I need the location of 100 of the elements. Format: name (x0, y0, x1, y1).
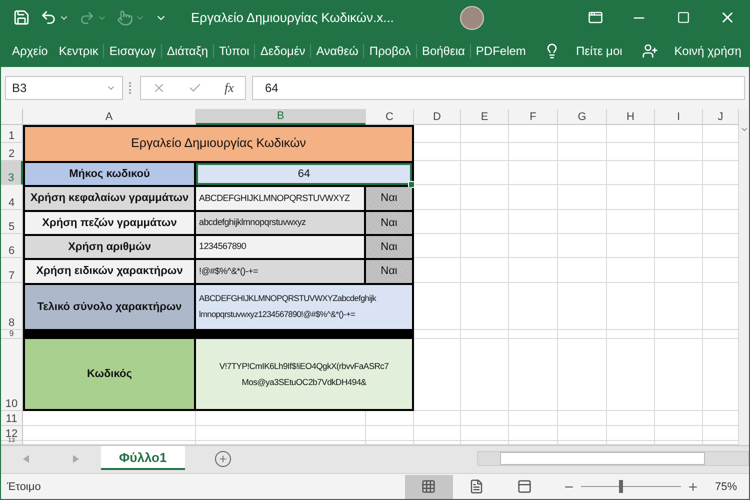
redo-icon[interactable] (79, 10, 95, 26)
share-button[interactable]: Κοινή χρήση (674, 44, 742, 58)
empty-cell[interactable] (607, 161, 655, 185)
row-header[interactable]: 6 (1, 234, 23, 258)
scroll-down-icon[interactable] (740, 125, 748, 134)
empty-cell[interactable] (461, 210, 509, 234)
empty-cell[interactable] (414, 411, 461, 426)
empty-cell[interactable] (509, 283, 558, 330)
empty-cell[interactable] (655, 411, 703, 426)
sheet-tab[interactable]: Φύλλο1 (101, 446, 185, 470)
empty-cell[interactable] (509, 339, 558, 411)
empty-cell[interactable] (607, 283, 655, 330)
empty-cell[interactable] (607, 143, 655, 161)
empty-cell[interactable] (607, 258, 655, 283)
empty-cell[interactable] (509, 234, 558, 258)
select-all-corner[interactable] (1, 109, 23, 125)
column-header[interactable]: B (196, 109, 366, 125)
empty-cell[interactable] (366, 426, 414, 441)
scroll-right-icon[interactable] (73, 455, 79, 463)
ribbon-tab[interactable]: Αρχείο (7, 44, 54, 58)
ribbon-tab[interactable]: Δεδομέν (255, 44, 312, 58)
empty-cell[interactable] (558, 210, 607, 234)
row-header[interactable]: 1 (1, 125, 23, 143)
empty-cell[interactable] (607, 339, 655, 411)
empty-cell[interactable] (655, 258, 703, 283)
empty-cell[interactable] (558, 283, 607, 330)
add-sheet-icon[interactable] (214, 451, 231, 467)
empty-cell[interactable] (655, 125, 703, 143)
empty-cell[interactable] (509, 161, 558, 185)
table-cell[interactable]: 64 (196, 163, 412, 185)
row-header[interactable]: 3 (1, 161, 23, 185)
column-header[interactable]: D (414, 109, 461, 125)
vertical-scrollbar[interactable] (739, 109, 749, 445)
row-header[interactable]: 10 (1, 339, 23, 411)
empty-cell[interactable] (607, 330, 655, 339)
column-header[interactable]: J (703, 109, 739, 125)
empty-cell[interactable] (607, 125, 655, 143)
empty-cell[interactable] (461, 161, 509, 185)
zoom-in-icon[interactable] (686, 480, 699, 492)
empty-cell[interactable] (607, 411, 655, 426)
empty-cell[interactable] (655, 210, 703, 234)
row-header[interactable]: 11 (1, 411, 23, 426)
column-header[interactable]: E (461, 109, 509, 125)
empty-cell[interactable] (461, 411, 509, 426)
empty-cell[interactable] (558, 161, 607, 185)
ribbon-tab[interactable]: Διάταξη (162, 44, 214, 58)
row-header[interactable]: 8 (1, 283, 23, 330)
empty-cell[interactable] (509, 143, 558, 161)
empty-cell[interactable] (461, 234, 509, 258)
ribbon-tab[interactable]: Κεντρικ (54, 44, 104, 58)
empty-cell[interactable] (461, 330, 509, 339)
empty-cell[interactable] (558, 234, 607, 258)
empty-cell[interactable] (509, 426, 558, 441)
empty-cell[interactable] (461, 258, 509, 283)
empty-cell[interactable] (461, 426, 509, 441)
empty-cell[interactable] (558, 125, 607, 143)
ribbon-tab[interactable]: Βοήθεια (416, 44, 471, 58)
empty-cell[interactable] (655, 185, 703, 210)
empty-cell[interactable] (461, 143, 509, 161)
row-header[interactable]: 7 (1, 258, 23, 283)
empty-cell[interactable] (558, 426, 607, 441)
column-header[interactable]: G (558, 109, 607, 125)
empty-cell[interactable] (509, 330, 558, 339)
empty-cell[interactable] (607, 210, 655, 234)
empty-cell[interactable] (558, 330, 607, 339)
row-header[interactable]: 4 (1, 185, 23, 210)
save-icon[interactable] (13, 9, 30, 26)
empty-cell[interactable] (607, 234, 655, 258)
name-box[interactable]: B3 (5, 76, 123, 100)
empty-cell[interactable] (196, 426, 366, 441)
empty-cell[interactable] (655, 283, 703, 330)
empty-cell[interactable] (558, 185, 607, 210)
empty-cell[interactable] (509, 258, 558, 283)
column-header[interactable]: I (655, 109, 703, 125)
column-header[interactable]: A (23, 109, 196, 125)
horizontal-scrollbar[interactable] (477, 451, 749, 466)
row-header[interactable]: 9 (1, 330, 23, 339)
share-icon[interactable] (642, 42, 658, 58)
undo-icon[interactable] (40, 9, 57, 26)
ribbon-tab[interactable]: Προβολ (364, 44, 417, 58)
empty-cell[interactable] (607, 426, 655, 441)
empty-cell[interactable] (414, 426, 461, 441)
row-header[interactable]: 2 (1, 143, 23, 161)
tell-me-field[interactable]: Πείτε μοι (576, 44, 622, 58)
column-header[interactable]: C (366, 109, 414, 125)
empty-cell[interactable] (655, 426, 703, 441)
empty-cell[interactable] (655, 161, 703, 185)
row-header[interactable]: 5 (1, 210, 23, 234)
empty-cell[interactable] (655, 234, 703, 258)
ribbon-tab[interactable]: Τύποι (214, 44, 256, 58)
touch-icon[interactable] (117, 10, 133, 26)
empty-cell[interactable] (558, 339, 607, 411)
ribbon-tab[interactable]: Αναθεώ (311, 44, 364, 58)
formula-field[interactable]: 64 (252, 76, 745, 100)
empty-cell[interactable] (655, 143, 703, 161)
column-header[interactable]: F (509, 109, 558, 125)
empty-cell[interactable] (607, 185, 655, 210)
empty-cell[interactable] (655, 330, 703, 339)
zoom-thumb[interactable] (618, 480, 623, 493)
empty-cell[interactable] (509, 210, 558, 234)
